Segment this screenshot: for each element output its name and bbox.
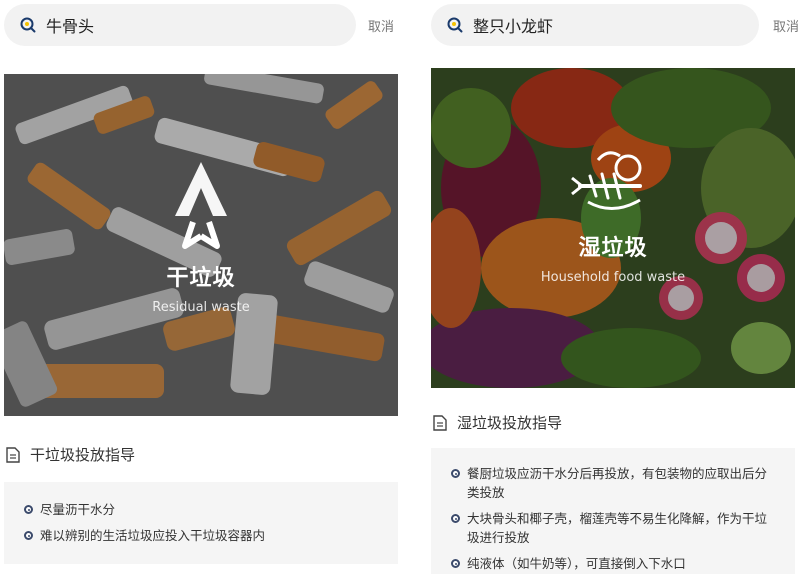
- hero-subtitle: Residual waste: [152, 300, 250, 315]
- document-icon: [6, 446, 20, 463]
- list-item: 难以辨别的生活垃圾应投入干垃圾容器内: [24, 526, 398, 545]
- bullet-icon: [451, 514, 460, 523]
- guide-text: 难以辨别的生活垃圾应投入干垃圾容器内: [40, 528, 266, 543]
- search-input[interactable]: 整只小龙虾: [431, 4, 759, 46]
- hero-title: 湿垃圾: [578, 236, 648, 261]
- guide-text: 餐厨垃圾应沥干水分后再投放，有包装物的应取出后分类投放: [467, 466, 768, 500]
- bullet-icon: [451, 559, 460, 568]
- guide-text: 大块骨头和椰子壳，榴莲壳等不易生化降解，作为干垃圾进行投放: [467, 511, 768, 545]
- food-waste-hero-image: 湿垃圾 Household food waste: [431, 68, 795, 388]
- bullet-icon: [24, 505, 33, 514]
- search-row: 牛骨头 取消: [4, 4, 400, 46]
- search-icon: [20, 17, 36, 33]
- guide-text: 尽量沥干水分: [40, 502, 116, 517]
- search-query: 整只小龙虾: [473, 17, 554, 36]
- residual-waste-hero-image: 干垃圾 Residual waste: [4, 74, 398, 416]
- guide-title: 干垃圾投放指导: [30, 446, 136, 464]
- residual-waste-arrows-icon: [163, 162, 239, 256]
- residual-waste-panel: 牛骨头 取消 干垃圾 Residual waste 干垃圾投放指导 尽量沥干水分…: [0, 0, 400, 578]
- hero-title: 干垃圾: [166, 266, 236, 291]
- list-item: 尽量沥干水分: [24, 500, 398, 519]
- bullet-icon: [451, 469, 460, 478]
- hero-subtitle: Household food waste: [540, 270, 686, 285]
- guide-box: 餐厨垃圾应沥干水分后再投放，有包装物的应取出后分类投放 大块骨头和椰子壳，榴莲壳…: [431, 448, 795, 574]
- search-input[interactable]: 牛骨头: [4, 4, 356, 46]
- food-waste-fish-bone-icon: [568, 151, 658, 220]
- list-item: 纯液体（如牛奶等），可直接倒入下水口: [451, 554, 771, 573]
- cancel-button[interactable]: 取消: [773, 16, 799, 35]
- cancel-button[interactable]: 取消: [368, 16, 394, 35]
- guide-box: 尽量沥干水分 难以辨别的生活垃圾应投入干垃圾容器内: [4, 482, 398, 564]
- search-query: 牛骨头: [46, 17, 95, 36]
- search-row: 整只小龙虾 取消: [431, 4, 800, 46]
- food-waste-panel: 整只小龙虾 取消 湿垃圾 Household food waste 湿垃圾投放指…: [427, 0, 800, 578]
- bullet-icon: [24, 531, 33, 540]
- guide-title: 湿垃圾投放指导: [457, 414, 563, 432]
- list-item: 餐厨垃圾应沥干水分后再投放，有包装物的应取出后分类投放: [451, 464, 771, 502]
- guide-header: 湿垃圾投放指导: [433, 412, 562, 433]
- guide-header: 干垃圾投放指导: [6, 444, 135, 465]
- guide-text: 纯液体（如牛奶等），可直接倒入下水口: [467, 556, 686, 571]
- document-icon: [433, 414, 447, 431]
- list-item: 大块骨头和椰子壳，榴莲壳等不易生化降解，作为干垃圾进行投放: [451, 509, 771, 547]
- search-icon: [447, 17, 463, 33]
